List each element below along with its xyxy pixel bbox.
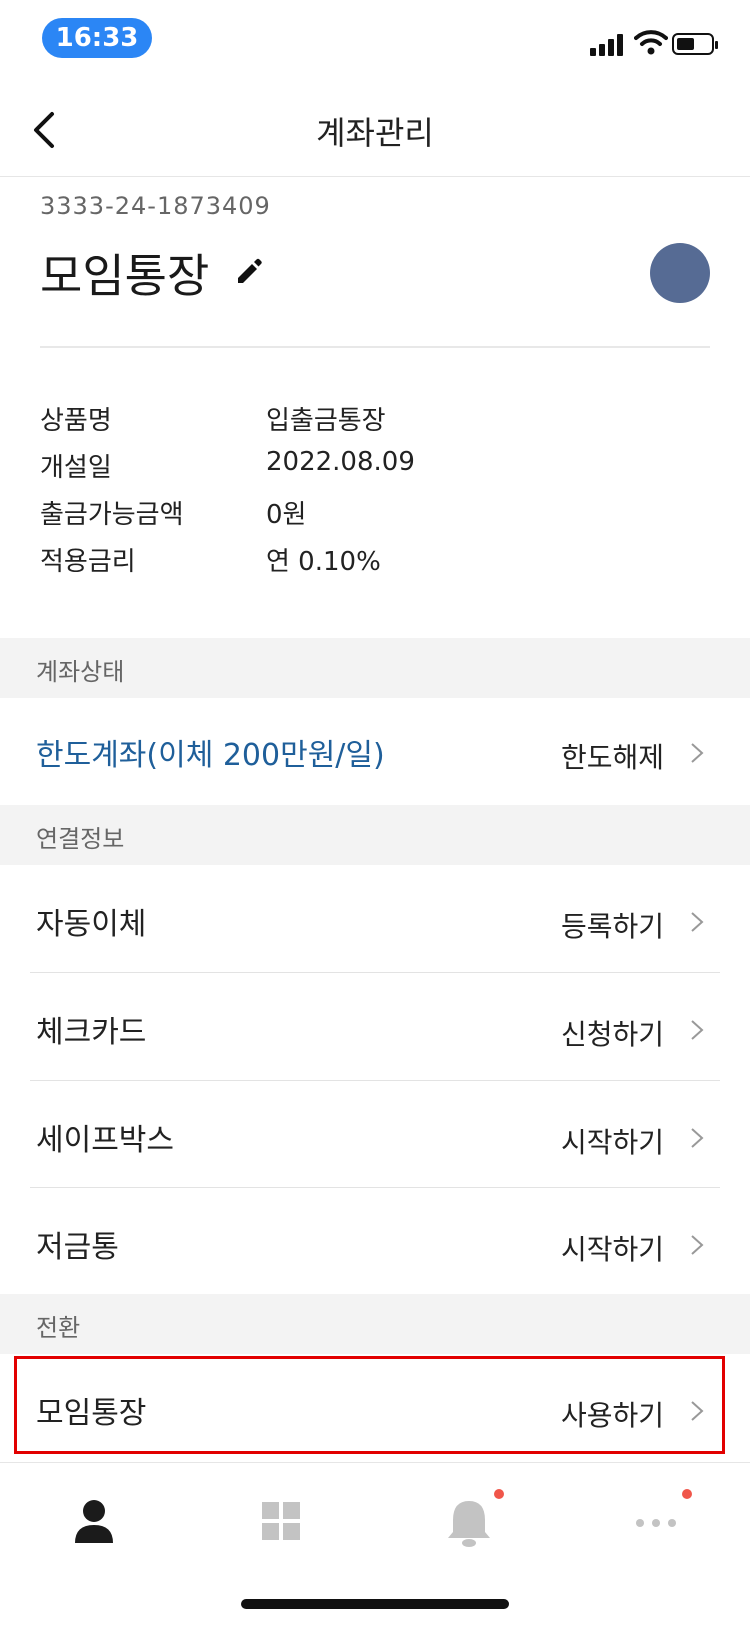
- status-bar: 16:33: [0, 0, 750, 80]
- detail-value: 연 0.10%: [266, 547, 381, 577]
- section-header-account-status: 계좌상태: [0, 638, 750, 698]
- person-icon[interactable]: [64, 1493, 124, 1549]
- wifi-icon: [634, 30, 668, 55]
- detail-value: 0원: [266, 500, 307, 530]
- notification-dot: [682, 1489, 692, 1499]
- detail-label: 적용금리: [40, 547, 136, 577]
- detail-value: 입출금통장: [266, 406, 386, 436]
- divider: [40, 346, 710, 348]
- chevron-right-icon: [691, 1128, 704, 1148]
- home-indicator: [241, 1599, 509, 1609]
- detail-value: 2022.08.09: [266, 447, 415, 477]
- edit-pencil-icon[interactable]: [234, 256, 264, 286]
- detail-label: 상품명: [40, 406, 112, 436]
- more-icon[interactable]: [626, 1493, 686, 1549]
- highlight-box: [14, 1356, 725, 1454]
- list-item-safebox[interactable]: 세이프박스 시작하기: [0, 1081, 750, 1187]
- section-header-linked-info: 연결정보: [0, 805, 750, 865]
- list-item-label: 세이프박스: [36, 1123, 174, 1158]
- list-item-label: 자동이체: [36, 907, 147, 942]
- account-name: 모임통장: [40, 249, 210, 303]
- account-number: 3333-24-1873409: [40, 192, 271, 220]
- chevron-right-icon: [691, 1235, 704, 1255]
- list-item-action[interactable]: 신청하기: [561, 1013, 664, 1053]
- list-item-auto-transfer[interactable]: 자동이체 등록하기: [0, 865, 750, 972]
- bell-icon[interactable]: [439, 1493, 499, 1549]
- chevron-right-icon: [691, 912, 704, 932]
- list-item-check-card[interactable]: 체크카드 신청하기: [0, 973, 750, 1080]
- chevron-right-icon: [691, 743, 704, 763]
- notification-dot: [494, 1489, 504, 1499]
- list-item-action[interactable]: 등록하기: [561, 905, 664, 945]
- chevron-right-icon: [691, 1020, 704, 1040]
- detail-label: 개설일: [40, 453, 112, 483]
- list-item-action[interactable]: 시작하기: [561, 1228, 664, 1268]
- nav-header: 계좌관리: [0, 80, 750, 177]
- list-item-piggy-bank[interactable]: 저금통 시작하기: [0, 1188, 750, 1294]
- cellular-signal-icon: [590, 32, 626, 56]
- list-item-label: 저금통: [36, 1230, 119, 1265]
- list-item-action[interactable]: 시작하기: [561, 1121, 664, 1161]
- status-time: 16:33: [42, 18, 152, 58]
- battery-icon: [672, 33, 718, 55]
- section-header-conversion: 전환: [0, 1294, 750, 1354]
- detail-label: 출금가능금액: [40, 500, 184, 530]
- limit-account-label: 한도계좌(이체 200만원/일): [36, 738, 385, 773]
- grid-icon[interactable]: [251, 1493, 311, 1549]
- page-title: 계좌관리: [316, 114, 434, 152]
- account-limit-row[interactable]: 한도계좌(이체 200만원/일) 한도해제: [0, 698, 750, 805]
- account-avatar[interactable]: [650, 243, 710, 303]
- list-item-label: 체크카드: [36, 1015, 147, 1050]
- limit-release-action[interactable]: 한도해제: [561, 736, 664, 776]
